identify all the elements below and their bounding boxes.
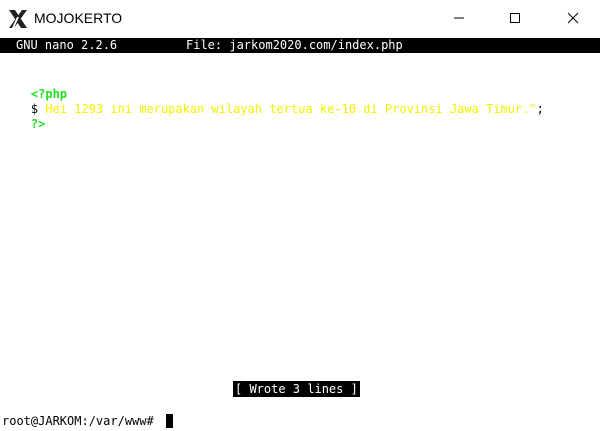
nano-file-label: File: jarkom2020.com/index.php	[186, 38, 403, 52]
window-title: MOJOKERTO	[34, 10, 123, 26]
editor-line-2[interactable]: $ Hei 1293 ini merupakan wilayah tertua …	[2, 88, 544, 130]
close-button[interactable]	[550, 0, 596, 36]
php-close-tag: ?>	[30, 117, 46, 131]
nano-header-bar: GNU nano 2.2.6 File: jarkom2020.com/inde…	[0, 38, 600, 53]
status-message: [ Wrote 3 lines ]	[233, 381, 360, 397]
minimize-icon	[454, 17, 464, 19]
echo-suffix: ;	[536, 102, 544, 116]
echo-string: Hei 1293 ini merupakan wilayah tertua ke…	[38, 102, 537, 116]
terminal-cursor	[166, 414, 173, 428]
window-titlebar[interactable]: MOJOKERTO	[0, 0, 600, 36]
terminal-area[interactable]: GNU nano 2.2.6 File: jarkom2020.com/inde…	[0, 36, 600, 431]
nano-version: GNU nano 2.2.6	[16, 38, 118, 52]
minimize-button[interactable]	[436, 0, 482, 36]
x-server-icon	[8, 9, 28, 29]
shell-prompt: root@JARKOM:/var/www#	[2, 414, 161, 428]
maximize-button[interactable]	[492, 0, 538, 36]
maximize-icon	[510, 13, 520, 23]
close-icon	[567, 12, 579, 24]
editor-line-3[interactable]: ?>	[2, 103, 45, 145]
